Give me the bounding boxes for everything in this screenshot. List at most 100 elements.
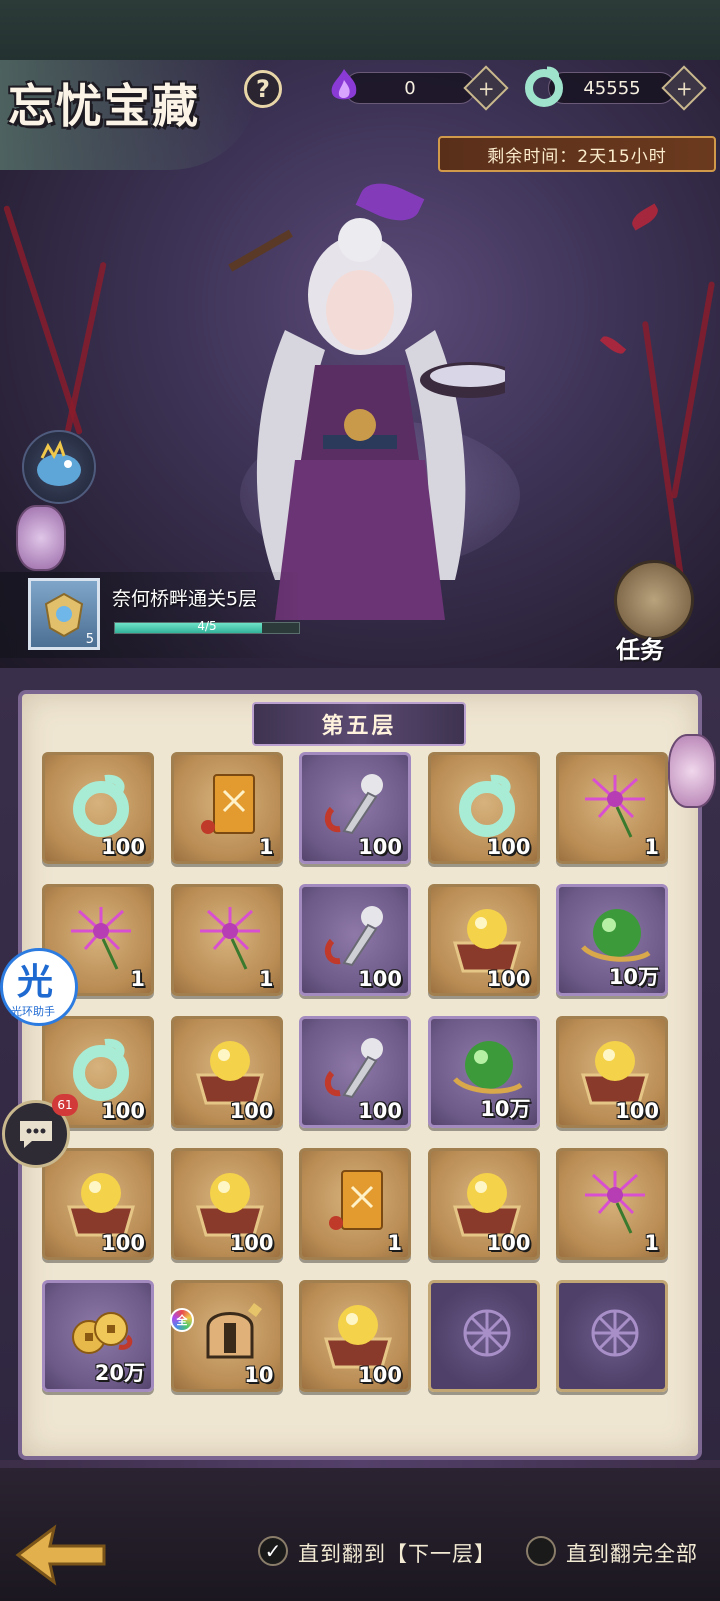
purple-flame-icon bbox=[322, 64, 366, 108]
quest-progress-text: 4/5 bbox=[197, 619, 217, 633]
gold-orb-chest-icon bbox=[61, 1165, 141, 1237]
reward-quantity: 10万 bbox=[608, 965, 659, 989]
jade-dragon-icon bbox=[61, 1033, 141, 1105]
gold-orb-chest-icon bbox=[447, 901, 527, 973]
gold-talisman-icon bbox=[318, 1165, 398, 1237]
reward-card[interactable]: 1 bbox=[299, 1148, 411, 1260]
reward-card[interactable]: 100 bbox=[299, 1016, 411, 1128]
reward-card[interactable]: 100 bbox=[427, 752, 540, 864]
reward-quantity: 100 bbox=[229, 1099, 274, 1123]
jade-dragon-icon bbox=[447, 769, 527, 841]
reward-quantity: 100 bbox=[101, 1231, 145, 1255]
silver-dagger-icon bbox=[318, 1033, 398, 1105]
petal-decoration bbox=[599, 332, 627, 358]
locked-icon bbox=[575, 1297, 655, 1369]
reward-quantity: 100 bbox=[358, 1099, 402, 1123]
locked-card[interactable] bbox=[556, 1280, 668, 1392]
all-badge: 全 bbox=[170, 1308, 194, 1332]
spider-lily-stem bbox=[670, 281, 716, 499]
reward-quantity: 100 bbox=[358, 1363, 402, 1387]
reward-card[interactable]: 100 bbox=[427, 1148, 540, 1260]
reward-card[interactable]: 100 bbox=[42, 752, 154, 864]
reward-card[interactable]: 100 bbox=[299, 884, 411, 996]
reward-quantity: 100 bbox=[101, 835, 145, 859]
reward-quantity: 10 bbox=[244, 1363, 274, 1387]
reward-card[interactable]: 10万 bbox=[556, 884, 668, 996]
reward-quantity: 100 bbox=[229, 1231, 274, 1255]
reward-quantity: 100 bbox=[486, 835, 531, 859]
task-label: 任务 bbox=[616, 636, 664, 664]
helmet-fragment-icon bbox=[190, 1297, 270, 1369]
reward-card[interactable]: 10 bbox=[170, 1280, 283, 1392]
silver-dagger-icon bbox=[318, 901, 398, 973]
spider-lily-stem bbox=[59, 261, 107, 459]
reward-card[interactable]: 100 bbox=[427, 884, 540, 996]
reward-quantity: 1 bbox=[258, 967, 274, 991]
reward-quantity: 100 bbox=[358, 967, 402, 991]
spider-lily-icon bbox=[61, 901, 141, 973]
option-next-checkbox[interactable]: ✓ bbox=[258, 1536, 288, 1566]
spider-lily-icon bbox=[575, 769, 655, 841]
status-strip bbox=[0, 0, 720, 60]
gold-orb-chest-icon bbox=[575, 1033, 655, 1105]
remaining-time: 剩余时间：2天15小时 bbox=[438, 136, 716, 172]
jade-dragon-icon bbox=[61, 769, 141, 841]
help-button[interactable]: ? bbox=[244, 70, 282, 108]
scroll-icon bbox=[614, 560, 694, 640]
reward-card[interactable]: 100 bbox=[170, 1148, 283, 1260]
helper-badge[interactable]: 光 光环助手 bbox=[0, 948, 78, 1026]
gold-orb-chest-icon bbox=[318, 1297, 398, 1369]
spider-lily-icon bbox=[190, 901, 270, 973]
reward-card[interactable]: 10万 bbox=[427, 1016, 540, 1128]
reward-quantity: 1 bbox=[130, 967, 145, 991]
reward-card[interactable]: 100 bbox=[170, 1016, 283, 1128]
option-next-label: 直到翻到【下一层】 bbox=[298, 1542, 496, 1566]
dragon-avatar-icon[interactable] bbox=[22, 430, 96, 504]
reward-quantity: 1 bbox=[644, 835, 659, 859]
page-title: 忘忧宝藏 bbox=[8, 79, 200, 133]
helper-label: 光环助手 bbox=[11, 1005, 55, 1018]
locked-card[interactable] bbox=[427, 1280, 540, 1392]
reward-card[interactable]: 1 bbox=[556, 1148, 668, 1260]
quest-level: 5 bbox=[85, 632, 94, 647]
reward-quantity: 100 bbox=[486, 1231, 531, 1255]
spider-lily-icon bbox=[575, 1165, 655, 1237]
reward-card[interactable]: 100 bbox=[299, 1280, 411, 1392]
lantern-icon bbox=[16, 505, 66, 571]
reward-quantity: 100 bbox=[101, 1099, 145, 1123]
reward-card[interactable]: 1 bbox=[170, 884, 283, 996]
reward-quantity: 20万 bbox=[94, 1361, 145, 1385]
currency-jade-value: 45555 bbox=[548, 72, 676, 104]
character-illustration bbox=[228, 218, 505, 620]
reward-quantity: 100 bbox=[486, 967, 531, 991]
back-button[interactable] bbox=[10, 1518, 110, 1592]
quest-text: 奈何桥畔通关5层 bbox=[112, 588, 258, 610]
reward-quantity: 100 bbox=[615, 1099, 659, 1123]
option-all-checkbox[interactable] bbox=[526, 1536, 556, 1566]
silver-dagger-icon bbox=[318, 769, 398, 841]
checkmark-icon: ✓ bbox=[264, 1539, 282, 1563]
chat-unread-count: 61 bbox=[52, 1094, 78, 1116]
gold-orb-chest-icon bbox=[190, 1033, 270, 1105]
reward-card[interactable]: 100 bbox=[299, 752, 411, 864]
gold-orb-chest-icon bbox=[447, 1165, 527, 1237]
chat-bubble-icon bbox=[20, 1121, 52, 1148]
option-all-label: 直到翻完全部 bbox=[566, 1542, 698, 1566]
reward-card[interactable]: 1 bbox=[170, 752, 283, 864]
gold-orb-chest-icon bbox=[190, 1165, 270, 1237]
petal-decoration bbox=[628, 203, 662, 231]
quest-crest-icon[interactable]: 5 bbox=[28, 578, 100, 650]
back-arrow-icon bbox=[15, 1524, 106, 1586]
helper-glyph: 光 bbox=[17, 962, 54, 1003]
spider-lily-stem bbox=[641, 320, 685, 580]
reward-quantity: 100 bbox=[358, 835, 402, 859]
locked-icon bbox=[447, 1297, 527, 1369]
reward-quantity: 10万 bbox=[480, 1097, 531, 1121]
reward-card[interactable]: 1 bbox=[556, 752, 668, 864]
lantern-icon bbox=[668, 734, 716, 808]
reward-card[interactable]: 20万 bbox=[42, 1280, 154, 1392]
reward-card[interactable]: 100 bbox=[42, 1148, 154, 1260]
reward-card[interactable]: 100 bbox=[556, 1016, 668, 1128]
reward-quantity: 1 bbox=[644, 1231, 659, 1255]
plus-icon: + bbox=[477, 75, 495, 100]
